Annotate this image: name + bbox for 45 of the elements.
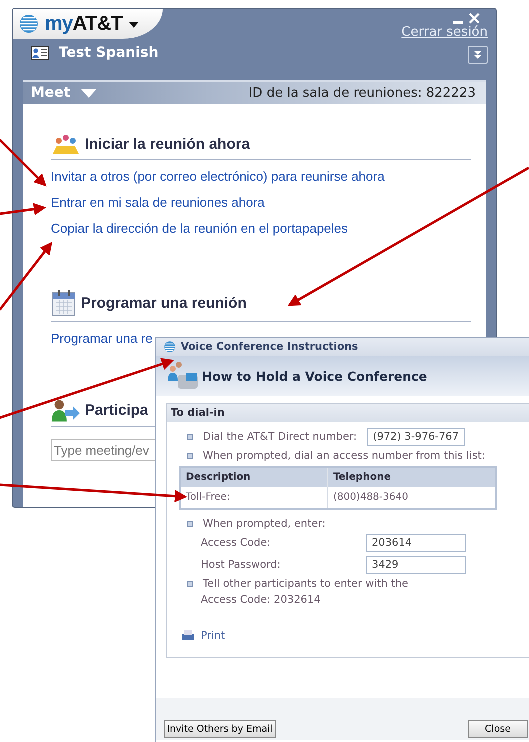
- field-value: 203614: [366, 534, 466, 552]
- bullet-icon: [187, 434, 193, 440]
- print-link[interactable]: Print: [181, 630, 529, 642]
- dialog-button[interactable]: Invite Others by Email: [164, 720, 276, 738]
- bullet-icon: [187, 521, 193, 527]
- room-id: ID de la sala de reuniones: 822223: [248, 86, 476, 100]
- globe-icon: [164, 341, 176, 353]
- person-arrow-icon: [51, 398, 81, 423]
- column-header: Description: [180, 467, 328, 487]
- brand-logo: myAT&T: [45, 12, 123, 36]
- section-title: Programar una reunión: [81, 294, 247, 312]
- direct-number: (972) 3-976-767: [367, 428, 466, 446]
- printer-icon: [181, 630, 195, 642]
- field-label: Access Code:: [201, 537, 272, 549]
- globe-icon: [19, 14, 39, 34]
- user-name: Test Spanish: [59, 45, 159, 61]
- dialog-button[interactable]: Close: [468, 720, 528, 738]
- instruction-text: When prompted, dial an access number from this list:: [203, 450, 486, 462]
- close-icon[interactable]: [469, 13, 480, 24]
- contact-card-icon: [31, 46, 49, 60]
- table-cell: Toll-Free:: [180, 487, 328, 509]
- bullet-icon: [187, 453, 193, 459]
- instruction-text: Access Code: 2032614: [200, 594, 322, 606]
- table-cell: (800)488-3640: [328, 487, 496, 509]
- panel-title: To dial-in: [171, 407, 225, 419]
- instruction-text: When prompted, enter:: [203, 518, 326, 530]
- action-link[interactable]: Copiar la dirección de la reunión en el portapapeles: [51, 216, 471, 242]
- action-link[interactable]: Invitar a otros (por correo electrónico) para reunirse ahora: [51, 164, 471, 190]
- calendar-icon: [51, 288, 77, 318]
- double-down-icon: [474, 50, 482, 60]
- people-group-icon: [51, 132, 81, 156]
- instruction-text: Tell other participants to enter with the: [203, 578, 408, 590]
- action-link[interactable]: Entrar en mi sala de reuniones ahora: [51, 190, 471, 216]
- dialog-title: Voice Conference Instructions: [181, 341, 358, 353]
- field-value: 3429: [366, 556, 466, 574]
- section-title: Iniciar la reunión ahora: [85, 136, 250, 152]
- column-header: Telephone: [328, 467, 496, 487]
- expand-button[interactable]: [468, 46, 488, 64]
- field-label: Host Password:: [201, 559, 282, 571]
- dialog-heading: How to Hold a Voice Conference: [202, 368, 428, 384]
- section-title: Participa: [85, 402, 148, 419]
- instruction-text: Dial the AT&T Direct number:: [203, 431, 358, 443]
- bullet-icon: [187, 581, 193, 587]
- brand-tab[interactable]: myAT&T: [13, 9, 163, 39]
- caret-icon: [80, 88, 97, 98]
